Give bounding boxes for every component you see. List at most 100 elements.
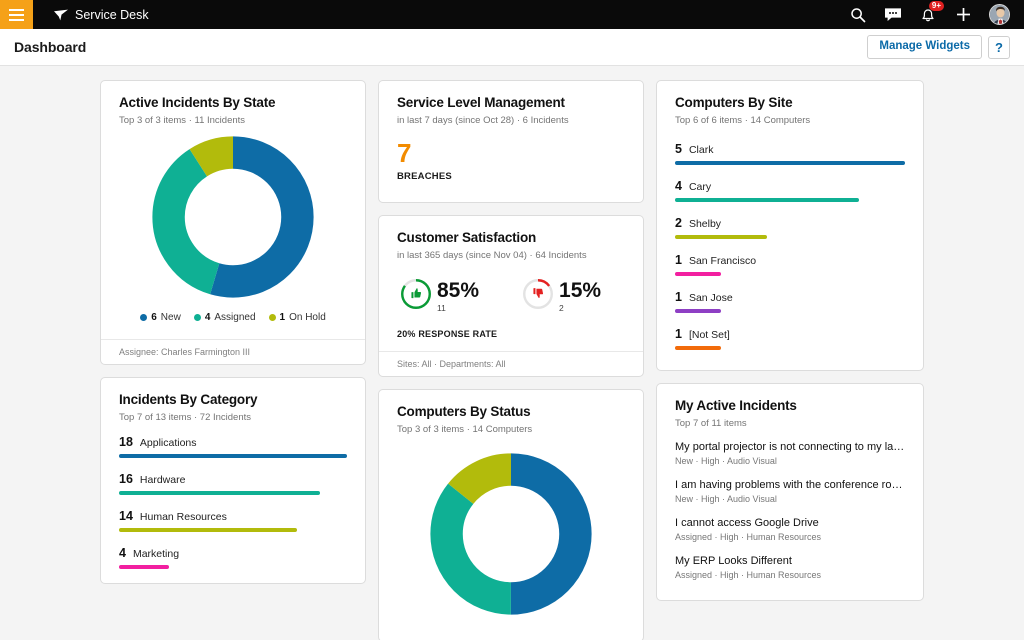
donut-segment-onhold [169, 153, 298, 282]
list-item[interactable]: I am having problems with the conference… [675, 479, 905, 504]
help-button[interactable]: ? [988, 36, 1010, 59]
bar-fill [675, 161, 905, 165]
bar-value: 1 [675, 253, 682, 267]
breaches-label: BREACHES [397, 171, 625, 182]
chart-legend: 6 New 4 Assigned 1 On Hold [119, 312, 347, 323]
incident-title[interactable]: I am having problems with the conference… [675, 479, 905, 491]
widget-footer: Assignee: Charles Farmington III [101, 339, 365, 364]
widget-my-active-incidents[interactable]: My Active Incidents Top 7 of 11 items My… [656, 383, 924, 601]
incident-title[interactable]: My portal projector is not connecting to… [675, 441, 905, 453]
plus-icon[interactable] [954, 6, 972, 24]
bar-track [675, 161, 905, 165]
legend-value: 4 [205, 312, 211, 323]
incident-meta: New · High · Audio Visual [675, 494, 905, 504]
widget-service-level-management[interactable]: Service Level Management in last 7 days … [378, 80, 644, 203]
bar-row[interactable]: 16 Hardware [119, 472, 347, 495]
bar-value: 2 [675, 216, 682, 230]
page-header: Dashboard Manage Widgets ? [0, 29, 1024, 66]
bar-track [119, 454, 347, 458]
widget-customer-satisfaction[interactable]: Customer Satisfaction in last 365 days (… [378, 215, 644, 376]
bar-value: 5 [675, 142, 682, 156]
brand[interactable]: Service Desk [54, 8, 149, 22]
widget-title: Computers By Status [397, 404, 625, 419]
legend-item[interactable]: 1 On Hold [269, 312, 326, 323]
bar-value: 18 [119, 435, 133, 449]
widget-subtitle: in last 365 days (since Nov 04) · 64 Inc… [397, 250, 625, 261]
widget-title: Service Level Management [397, 95, 625, 110]
incident-meta: Assigned · High · Human Resources [675, 532, 905, 542]
bar-row[interactable]: 2 Shelby [675, 216, 905, 239]
satisfaction-negative[interactable]: 15% 2 [521, 277, 601, 312]
widget-subtitle: Top 6 of 6 items · 14 Computers [675, 115, 905, 126]
chat-bubble-icon[interactable] [884, 6, 902, 24]
bar-fill [119, 454, 347, 458]
widget-computers-by-status[interactable]: Computers By Status Top 3 of 3 items · 1… [378, 389, 644, 640]
search-icon[interactable] [849, 6, 867, 24]
incident-title[interactable]: I cannot access Google Drive [675, 517, 905, 529]
dashboard-column-2: Service Level Management in last 7 days … [378, 80, 644, 640]
widget-title: My Active Incidents [675, 398, 905, 413]
bar-row[interactable]: 1 San Jose [675, 290, 905, 313]
bar-value: 1 [675, 327, 682, 341]
incident-meta: New · High · Audio Visual [675, 456, 905, 466]
legend-color-dot [269, 314, 276, 321]
bar-label: Cary [689, 181, 711, 193]
bar-row[interactable]: 4 Cary [675, 179, 905, 202]
bar-row[interactable]: 18 Applications [119, 435, 347, 458]
bar-label: [Not Set] [689, 329, 730, 341]
bar-track [119, 491, 347, 495]
bar-label: San Jose [689, 292, 733, 304]
legend-label: Assigned [214, 312, 255, 323]
bar-label: Clark [689, 144, 714, 156]
bar-label: Marketing [133, 548, 179, 560]
donut-chart-active-incidents[interactable] [119, 132, 347, 302]
bell-icon[interactable]: 9+ [919, 6, 937, 24]
user-avatar[interactable] [989, 4, 1010, 25]
top-navigation-bar: Service Desk 9+ [0, 0, 1024, 29]
page-header-actions: Manage Widgets ? [867, 35, 1010, 59]
breaches-value: 7 [397, 140, 625, 167]
legend-color-dot [140, 314, 147, 321]
bar-track [675, 346, 905, 350]
bar-track [675, 309, 905, 313]
bar-label: Shelby [689, 218, 721, 230]
bar-row[interactable]: 5 Clark [675, 142, 905, 165]
bar-value: 1 [675, 290, 682, 304]
bar-track [675, 235, 905, 239]
legend-value: 1 [280, 312, 286, 323]
widget-active-incidents-by-state[interactable]: Active Incidents By State Top 3 of 3 ite… [100, 80, 366, 365]
negative-percent: 15% [559, 277, 601, 304]
bar-label: San Francisco [689, 255, 756, 267]
widget-computers-by-site[interactable]: Computers By Site Top 6 of 6 items · 14 … [656, 80, 924, 371]
positive-percent: 85% [437, 277, 479, 304]
bar-track [675, 198, 905, 202]
bar-row[interactable]: 1 San Francisco [675, 253, 905, 276]
bar-fill [675, 235, 767, 239]
list-item[interactable]: I cannot access Google Drive Assigned · … [675, 517, 905, 542]
bar-chart-computers-by-site: 5 Clark 4 Cary 2 [675, 142, 905, 350]
legend-value: 6 [151, 312, 157, 323]
list-item[interactable]: My ERP Looks Different Assigned · High ·… [675, 555, 905, 580]
widget-subtitle: Top 3 of 3 items · 14 Computers [397, 424, 625, 435]
incident-list: My portal projector is not connecting to… [675, 441, 905, 580]
manage-widgets-button[interactable]: Manage Widgets [867, 35, 982, 59]
bar-value: 16 [119, 472, 133, 486]
bar-fill [675, 198, 859, 202]
paper-plane-logo-icon [54, 9, 68, 21]
incident-title[interactable]: My ERP Looks Different [675, 555, 905, 567]
legend-item[interactable]: 4 Assigned [194, 312, 256, 323]
list-item[interactable]: My portal projector is not connecting to… [675, 441, 905, 466]
bar-track [119, 528, 347, 532]
bar-fill [675, 346, 721, 350]
widget-incidents-by-category[interactable]: Incidents By Category Top 7 of 13 items … [100, 377, 366, 584]
bar-row[interactable]: 14 Human Resources [119, 509, 347, 532]
topbar-actions: 9+ [849, 4, 1024, 25]
legend-label: On Hold [289, 312, 326, 323]
bar-row[interactable]: 4 Marketing [119, 546, 347, 569]
bar-row[interactable]: 1 [Not Set] [675, 327, 905, 350]
legend-label: New [161, 312, 181, 323]
satisfaction-positive[interactable]: 85% 11 [399, 277, 479, 312]
legend-item[interactable]: 6 New [140, 312, 181, 323]
donut-chart-computers-by-status[interactable] [397, 449, 625, 619]
hamburger-menu-icon[interactable] [0, 0, 33, 29]
